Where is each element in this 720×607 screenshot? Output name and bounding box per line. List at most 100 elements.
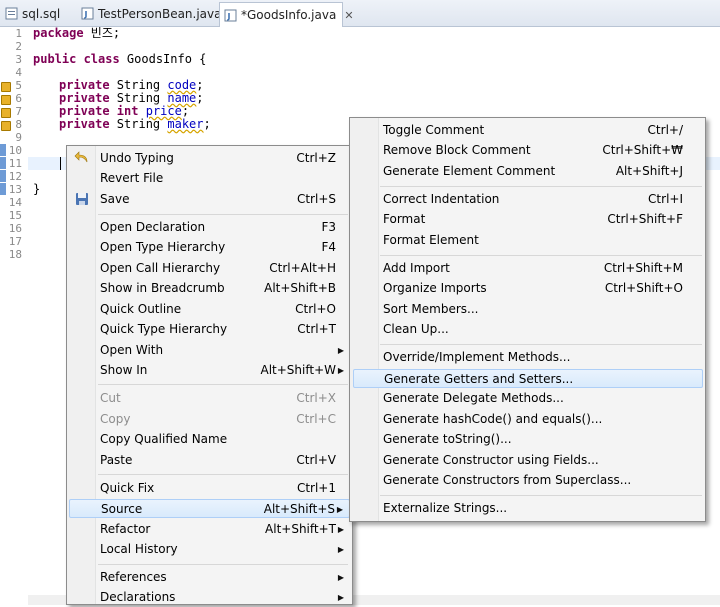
- line-number: 15: [8, 209, 22, 222]
- change-marker-icon: [0, 170, 6, 182]
- line-number: 18: [8, 248, 22, 261]
- menu-shortcut: Ctrl+X: [296, 391, 336, 405]
- menu-item-undo-typing[interactable]: Undo Typing Ctrl+Z: [69, 149, 350, 168]
- java-file-icon: J: [224, 8, 237, 22]
- change-marker-icon: [0, 157, 6, 169]
- menu-item-local-history[interactable]: Local History ▶: [69, 540, 350, 559]
- menu-item-quick-fix[interactable]: Quick Fix Ctrl+1: [69, 479, 350, 498]
- menu-item-organize-imports[interactable]: Organize Imports Ctrl+Shift+O: [353, 279, 703, 298]
- line-number: 1: [15, 27, 22, 40]
- menu-item-generate-tostring[interactable]: Generate toString()...: [353, 430, 703, 449]
- tab-sql[interactable]: sql.sql: [0, 2, 66, 25]
- menu-item-open-with[interactable]: Open With ▶: [69, 341, 350, 360]
- line-number: 10: [8, 144, 22, 157]
- menu-label: Refactor: [100, 522, 151, 536]
- menu-item-generate-element-comment[interactable]: Generate Element Comment Alt+Shift+J: [353, 162, 703, 181]
- menu-item-generate-getters-setters[interactable]: Generate Getters and Setters...: [353, 369, 703, 388]
- warning-icon[interactable]: [1, 108, 11, 118]
- menu-item-copy[interactable]: Copy Ctrl+C: [69, 410, 350, 429]
- menu-item-generate-hashcode-equals[interactable]: Generate hashCode() and equals()...: [353, 410, 703, 429]
- line-number: 16: [8, 222, 22, 235]
- menu-item-open-declaration[interactable]: Open Declaration F3: [69, 218, 350, 237]
- tab-testpersonbean[interactable]: J TestPersonBean.java: [76, 2, 228, 25]
- submenu-arrow-icon: ▶: [336, 505, 343, 514]
- warning-icon[interactable]: [1, 82, 11, 92]
- menu-label: Open Type Hierarchy: [100, 240, 226, 254]
- source-submenu: Toggle Comment Ctrl+/ Remove Block Comme…: [349, 117, 706, 522]
- code-line: }: [33, 182, 41, 196]
- menu-item-references[interactable]: References ▶: [69, 568, 350, 587]
- menu-label: Open With: [100, 343, 164, 357]
- menu-item-revert-file[interactable]: Revert File: [69, 169, 350, 188]
- keyword: private int: [59, 104, 139, 118]
- field-name: code: [167, 78, 197, 92]
- menu-shortcut: Ctrl+Shift+F: [607, 212, 683, 226]
- menu-item-copy-qualified-name[interactable]: Copy Qualified Name: [69, 430, 350, 449]
- menu-separator: [98, 564, 348, 565]
- menu-shortcut: Ctrl+C: [296, 412, 336, 426]
- menu-separator: [380, 344, 702, 345]
- line-number: 12: [8, 170, 22, 183]
- menu-item-quick-outline[interactable]: Quick Outline Ctrl+O: [69, 300, 350, 319]
- menu-label: Open Call Hierarchy: [100, 261, 221, 275]
- menu-item-show-in[interactable]: Show In Alt+Shift+W ▶: [69, 361, 350, 380]
- menu-separator: [98, 474, 348, 475]
- menu-shortcut: Ctrl+I: [648, 192, 683, 206]
- menu-item-remove-block-comment[interactable]: Remove Block Comment Ctrl+Shift+₩: [353, 141, 703, 160]
- menu-shortcut: Ctrl+O: [295, 302, 336, 316]
- menu-item-correct-indentation[interactable]: Correct Indentation Ctrl+I: [353, 190, 703, 209]
- menu-label: Quick Fix: [100, 481, 155, 495]
- menu-item-paste[interactable]: Paste Ctrl+V: [69, 451, 350, 470]
- editor-tab-bar: sql.sql J TestPersonBean.java J *GoodsIn…: [0, 0, 720, 27]
- submenu-arrow-icon: ▶: [337, 573, 344, 582]
- menu-item-quick-type-hierarchy[interactable]: Quick Type Hierarchy Ctrl+T: [69, 320, 350, 339]
- warning-icon[interactable]: [1, 95, 11, 105]
- warning-icon[interactable]: [1, 121, 11, 131]
- menu-label: Generate hashCode() and equals()...: [383, 412, 603, 426]
- submenu-arrow-icon: ▶: [337, 525, 344, 534]
- line-number: 5: [15, 79, 22, 92]
- menu-item-clean-up[interactable]: Clean Up...: [353, 320, 703, 339]
- sql-file-icon: [4, 7, 18, 21]
- menu-item-format-element[interactable]: Format Element: [353, 231, 703, 250]
- menu-label: Generate toString()...: [383, 432, 512, 446]
- menu-item-format[interactable]: Format Ctrl+Shift+F: [353, 210, 703, 229]
- menu-item-sort-members[interactable]: Sort Members...: [353, 300, 703, 319]
- code-line: private String maker;: [59, 117, 211, 131]
- menu-item-override-implement[interactable]: Override/Implement Methods...: [353, 348, 703, 367]
- menu-label: Cut: [100, 391, 121, 405]
- menu-label: Clean Up...: [383, 322, 449, 336]
- code-text-segment: String: [109, 91, 168, 105]
- menu-item-source[interactable]: Source Alt+Shift+S ▶: [69, 499, 350, 518]
- menu-shortcut: Ctrl+T: [297, 322, 336, 336]
- menu-shortcut: Alt+Shift+B: [264, 281, 336, 295]
- menu-item-show-in-breadcrumb[interactable]: Show in Breadcrumb Alt+Shift+B: [69, 279, 350, 298]
- menu-label: Add Import: [383, 261, 450, 275]
- tab-label: TestPersonBean.java: [98, 6, 222, 21]
- menu-item-generate-constructor-fields[interactable]: Generate Constructor using Fields...: [353, 451, 703, 470]
- keyword: private: [59, 91, 110, 105]
- menu-item-toggle-comment[interactable]: Toggle Comment Ctrl+/: [353, 121, 703, 140]
- menu-item-open-type-hierarchy[interactable]: Open Type Hierarchy F4: [69, 238, 350, 257]
- line-number: 11: [8, 157, 22, 170]
- menu-shortcut: Alt+Shift+J: [615, 164, 683, 178]
- menu-shortcut: Ctrl+S: [296, 192, 336, 206]
- menu-separator: [380, 255, 702, 256]
- line-number: 14: [8, 196, 22, 209]
- menu-item-declarations[interactable]: Declarations ▶: [69, 588, 350, 607]
- menu-item-externalize-strings[interactable]: Externalize Strings...: [353, 499, 703, 518]
- menu-item-generate-constructors-superclass[interactable]: Generate Constructors from Superclass...: [353, 471, 703, 490]
- menu-label: Format: [383, 212, 426, 226]
- menu-item-generate-delegate-methods[interactable]: Generate Delegate Methods...: [353, 389, 703, 408]
- code-line: public class GoodsInfo {: [33, 53, 206, 66]
- close-icon[interactable]: ✕: [344, 9, 353, 22]
- menu-item-add-import[interactable]: Add Import Ctrl+Shift+M: [353, 259, 703, 278]
- menu-separator: [380, 495, 702, 496]
- change-marker-icon: [0, 144, 6, 156]
- menu-shortcut: Ctrl+Shift+₩: [602, 143, 683, 157]
- tab-goodsinfo[interactable]: J *GoodsInfo.java ✕: [219, 2, 354, 27]
- menu-item-cut[interactable]: Cut Ctrl+X: [69, 389, 350, 408]
- menu-item-open-call-hierarchy[interactable]: Open Call Hierarchy Ctrl+Alt+H: [69, 259, 350, 278]
- menu-item-save[interactable]: Save Ctrl+S: [69, 190, 350, 209]
- menu-item-refactor[interactable]: Refactor Alt+Shift+T ▶: [69, 520, 350, 539]
